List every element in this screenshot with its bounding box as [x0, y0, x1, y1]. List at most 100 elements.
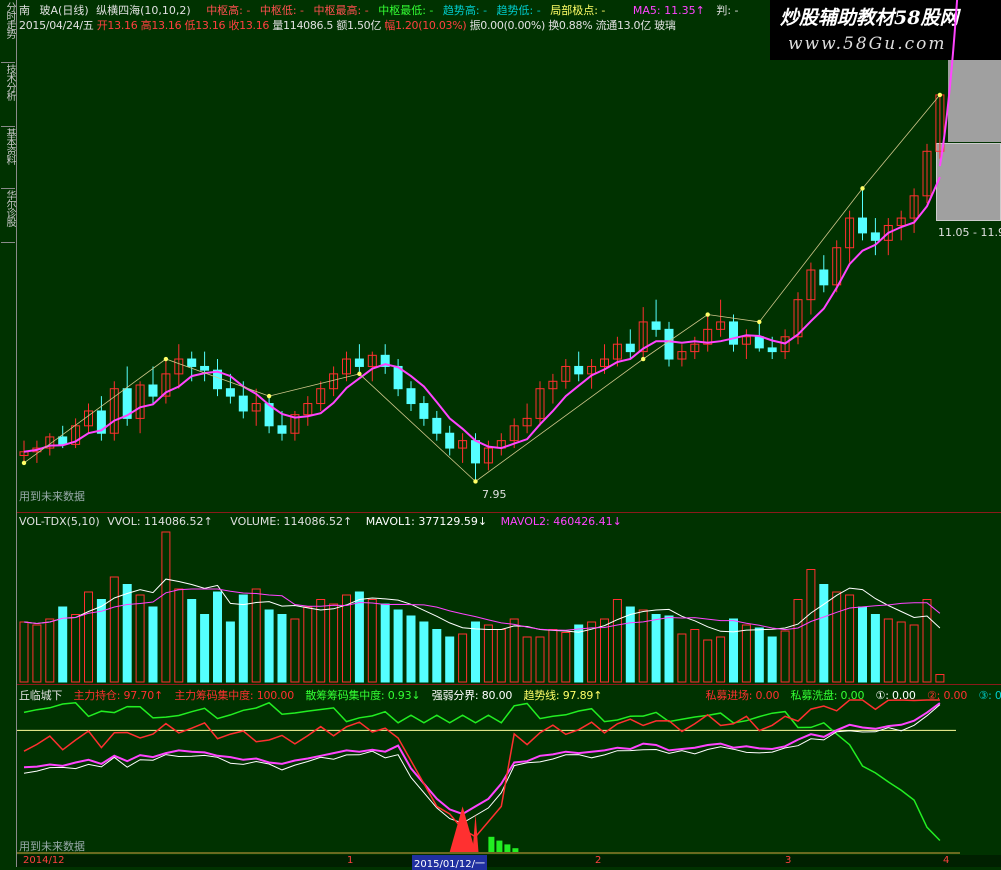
volume-bar-up — [342, 594, 351, 683]
volume-bar-up — [806, 569, 816, 683]
pivot-dot — [705, 312, 710, 317]
time-axis-label-feb: 2 — [595, 855, 602, 866]
volume-bar-up — [677, 633, 687, 683]
time-axis-label-mar: 3 — [785, 855, 792, 866]
volume-bar-up — [716, 636, 726, 683]
volume-bar-down — [767, 636, 777, 683]
time-axis-label-jan: 1 — [347, 855, 354, 866]
volume-bar-up — [780, 630, 790, 683]
retail-concentration-line — [23, 701, 941, 842]
volume-bar-up — [135, 594, 145, 683]
volume-bar-up — [832, 591, 842, 683]
pivot-dot — [860, 186, 865, 191]
volume-bar-down — [238, 594, 248, 683]
candle-down — [574, 365, 584, 375]
candle-down — [148, 384, 158, 397]
pivot-dot — [21, 460, 27, 466]
volume-bar-down — [213, 591, 222, 683]
chart-canvas — [17, 0, 960, 854]
private-wash-bar — [512, 848, 519, 852]
pivot-dot — [641, 356, 646, 362]
candle-down — [277, 425, 287, 434]
candle-down — [200, 365, 210, 371]
volume-bar-up — [367, 599, 377, 683]
private-entry-spike — [472, 814, 479, 852]
zigzag-trend-line — [23, 94, 941, 483]
volume-bar-down — [858, 606, 867, 683]
volume-bar-down — [200, 614, 210, 683]
candle-down — [187, 358, 197, 367]
candle-down — [651, 321, 661, 330]
time-axis-cursor-date: 2015/01/12/一 — [412, 855, 488, 870]
main-concentration-red-line — [23, 699, 940, 838]
volume-bar-up — [32, 624, 42, 683]
volume-bar-down — [664, 615, 674, 683]
time-axis-label-start: 2014/12 — [23, 855, 65, 866]
ma5-extension — [938, 0, 959, 167]
volume-bar-down — [419, 621, 429, 683]
volume-bar-down — [445, 636, 455, 683]
volume-bar-up — [496, 629, 506, 683]
volume-bar-down — [277, 614, 287, 683]
private-wash-bar — [504, 844, 511, 852]
volume-bar-down — [651, 614, 661, 683]
volume-bar-up — [600, 618, 609, 683]
volume-bar-down — [729, 618, 738, 683]
private-wash-bar — [496, 840, 503, 852]
time-axis: 2014/12 1 2015/01/12/一 2 3 4 — [17, 855, 1001, 870]
volume-bar-up — [522, 636, 532, 683]
pivot-dot — [757, 319, 762, 325]
volume-bar-up — [45, 618, 55, 683]
volume-bar-down — [393, 609, 403, 683]
candle-down — [406, 388, 416, 405]
mavol1-line — [23, 578, 941, 633]
volume-bar-up — [548, 629, 558, 683]
volume-bar-up — [290, 618, 300, 683]
volume-bar-up — [84, 591, 93, 683]
volume-bar-up — [909, 624, 919, 683]
candle-down — [729, 321, 738, 345]
volume-bar-down — [122, 584, 132, 683]
candle-down — [858, 217, 867, 234]
volume-bar-up — [741, 624, 751, 683]
private-entry-spike — [449, 806, 476, 852]
volume-bar-up — [703, 639, 713, 683]
volume-bar-down — [471, 621, 480, 683]
pivot-dot — [357, 371, 362, 377]
candle-down — [432, 417, 442, 434]
volume-bar-up — [690, 629, 700, 683]
volume-bar-down — [870, 614, 880, 683]
volume-bar-up — [71, 614, 81, 683]
volume-bar-down — [819, 584, 829, 683]
volume-bar-up — [612, 599, 622, 683]
volume-bar-down — [574, 624, 584, 683]
pivot-dot — [163, 356, 169, 362]
volume-bar-up — [793, 599, 803, 683]
volume-bar-down — [754, 627, 764, 683]
volume-bar-up — [174, 588, 184, 683]
volume-bar-up — [19, 621, 29, 683]
volume-bar-down — [380, 603, 390, 683]
volume-bar-down — [432, 629, 442, 683]
candle-down — [238, 395, 248, 412]
volume-bar-down — [225, 621, 235, 683]
volume-bar-up — [587, 621, 597, 683]
mavol2-line — [23, 588, 941, 631]
volume-bar-up — [935, 674, 945, 683]
volume-bar-up — [303, 606, 313, 683]
volume-bar-down — [264, 609, 274, 683]
volume-bar-up — [509, 618, 519, 683]
candle-down — [225, 388, 235, 397]
volume-bar-up — [638, 609, 648, 683]
candle-down — [664, 328, 674, 360]
volume-bar-up — [458, 633, 468, 683]
time-axis-label-apr: 4 — [943, 855, 950, 866]
volume-bar-down — [406, 615, 416, 683]
candle-down — [870, 232, 880, 241]
pivot-dot — [266, 393, 272, 399]
volume-bar-down — [187, 599, 197, 683]
candle-down — [767, 347, 777, 353]
volume-bar-up — [896, 621, 906, 683]
candle-down — [819, 269, 829, 286]
volume-bar-up — [109, 576, 119, 683]
